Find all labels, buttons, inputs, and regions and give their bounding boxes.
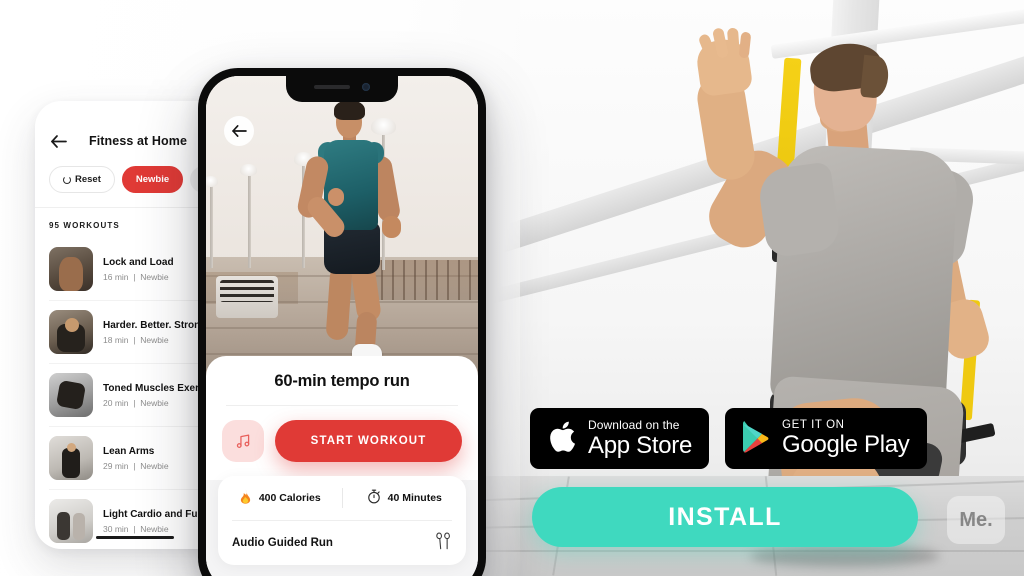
- workout-thumbnail: [49, 499, 93, 543]
- google-play-icon: [742, 420, 772, 458]
- badge-big-line: App Store: [588, 431, 693, 459]
- action-row: START WORKOUT: [222, 420, 462, 462]
- promo-screenshot: Fitness at Home Reset Newbie Medium 95 W…: [0, 0, 1024, 576]
- page-title: Fitness at Home: [88, 134, 188, 148]
- workout-name: Lean Arms: [103, 446, 155, 457]
- apple-icon: [547, 418, 578, 460]
- workout-thumbnail: [49, 247, 93, 291]
- app-store-badge[interactable]: Download on the App Store: [530, 408, 710, 469]
- workout-title: 60-min tempo run: [274, 372, 410, 390]
- filter-chip-newbie[interactable]: Newbie: [121, 166, 184, 193]
- workout-action-card: 60-min tempo run START WORKOUT: [206, 356, 478, 480]
- stat-value: 400 Calories: [258, 492, 321, 504]
- badge-big-line: Google Play: [782, 431, 910, 459]
- stopwatch-icon: [367, 489, 381, 507]
- brand-watermark: Me.: [947, 496, 1005, 544]
- music-note-icon[interactable]: [222, 420, 264, 462]
- stat-value: 40 Minutes: [387, 492, 442, 504]
- athlete-left-sleeve: [756, 161, 842, 259]
- filter-chip-label: Newbie: [135, 174, 170, 185]
- stats-row: 400 Calories 40 Minutes: [218, 476, 466, 520]
- divider: [226, 405, 458, 406]
- workout-name: Light Cardio and Fun: [103, 509, 204, 520]
- back-arrow-icon[interactable]: [49, 131, 69, 151]
- earpiece-speaker-icon: [314, 85, 350, 89]
- filter-chip-label: Reset: [75, 174, 101, 185]
- badge-small-line: Download on the: [588, 418, 680, 433]
- install-button[interactable]: INSTALL: [532, 487, 918, 547]
- workout-stats-card: 400 Calories 40 Minutes Audio Guided Run: [218, 476, 466, 565]
- workout-name: Lock and Load: [103, 257, 174, 268]
- audio-guided-run-row[interactable]: Audio Guided Run: [218, 521, 466, 565]
- badge-small-line: GET IT ON: [782, 419, 845, 432]
- home-indicator: [96, 535, 174, 539]
- audio-row-label: Audio Guided Run: [232, 537, 333, 549]
- stat-calories: 400 Calories: [218, 489, 342, 507]
- flame-icon: [239, 489, 252, 507]
- athlete-finger: [726, 27, 741, 59]
- workout-thumbnail: [49, 310, 93, 354]
- workout-meta: 29 min | Newbie: [103, 461, 169, 471]
- refresh-icon: [63, 175, 71, 184]
- google-play-badge[interactable]: GET IT ON Google Play: [725, 408, 927, 469]
- store-badge-row: Download on the App Store GET IT ON Goog…: [530, 408, 927, 469]
- start-workout-button[interactable]: START WORKOUT: [275, 420, 462, 462]
- front-camera-icon: [362, 83, 370, 91]
- filter-chip-reset[interactable]: Reset: [49, 166, 115, 193]
- workout-thumbnail: [49, 436, 93, 480]
- stat-minutes: 40 Minutes: [343, 489, 467, 507]
- back-arrow-icon[interactable]: [224, 116, 254, 146]
- runner-left-fist: [328, 188, 344, 206]
- park-bench: [216, 276, 278, 318]
- workout-meta: 30 min | Newbie: [103, 524, 169, 534]
- workout-meta: 16 min | Newbie: [103, 272, 169, 282]
- workout-thumbnail: [49, 373, 93, 417]
- front-phone-workout-detail: 60-min tempo run START WORKOUT 400 Calor…: [198, 68, 486, 576]
- phone-notch: [286, 76, 398, 102]
- runner-right-hand: [382, 216, 401, 238]
- athlete-floor-shadow: [750, 545, 940, 567]
- airpods-icon: [434, 531, 452, 556]
- runner-hair: [334, 100, 365, 120]
